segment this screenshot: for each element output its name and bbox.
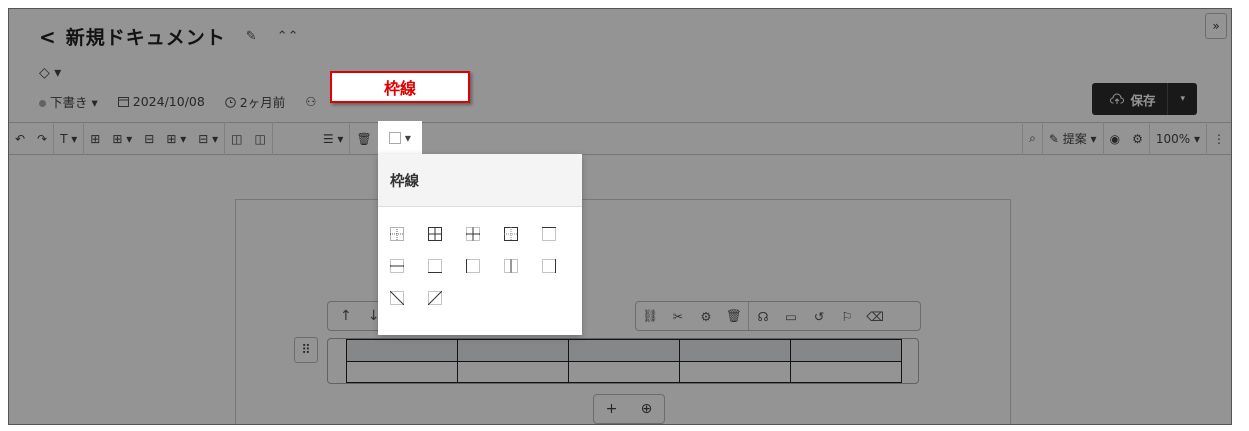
border-diagonal-down-icon[interactable] (387, 289, 407, 307)
save-button-group: 保存 ▾ (1092, 83, 1197, 115)
suggest-label: 提案 (1062, 132, 1087, 146)
table-cell[interactable] (346, 360, 458, 383)
table-block (327, 338, 919, 384)
table-row (346, 360, 902, 383)
clear-format-icon[interactable]: ⌫ (861, 309, 889, 324)
table-cell[interactable] (346, 339, 458, 362)
editor-canvas: ↑ ↓ ⛓ ✂ ⚙ 🗑 ☊ ▭ ↺ ⚐ ⌫ ⠿ + ⊕ (9, 156, 1231, 424)
border-top-icon[interactable] (539, 225, 559, 243)
edit-title-icon[interactable]: ✎ (246, 29, 257, 44)
table-cell[interactable] (679, 360, 791, 383)
annotation-callout: 枠線 (330, 71, 470, 103)
status-label: 下書き (50, 95, 88, 110)
border-inner-dotted-icon (389, 131, 402, 144)
clock-icon (225, 97, 236, 108)
dropdown-title: 枠線 (378, 154, 582, 207)
zoom-caret-icon: ▾ (1193, 131, 1200, 146)
back-icon[interactable]: < (39, 25, 56, 49)
status-dropdown[interactable]: 下書き ▾ (39, 92, 98, 111)
user-icon: ⚇ (305, 94, 317, 109)
preview-eye-icon[interactable]: ◉ (1104, 123, 1126, 154)
row-insert-dropdown[interactable]: ⊞ ▾ (160, 123, 192, 154)
border-bottom-icon[interactable] (425, 257, 445, 275)
column-insert-dropdown[interactable]: ⊟ ▾ (192, 123, 224, 154)
zoom-label: 100% (1155, 131, 1191, 146)
app-window: < 新規ドキュメント ✎ ⌃⌃ ◇ ▾ 下書き ▾ 2024/10/08 2ヶ月… (8, 8, 1232, 425)
border-all-icon[interactable] (425, 225, 445, 243)
save-button[interactable]: 保存 (1092, 83, 1169, 115)
redo-icon[interactable]: ↷ (31, 123, 53, 154)
suggest-caret-icon: ▾ (1090, 131, 1097, 146)
time-info: 2ヶ月前 (225, 92, 285, 111)
document-title[interactable]: 新規ドキュメント (66, 23, 226, 50)
add-row-icon[interactable]: + (606, 401, 618, 417)
border-dropdown-button[interactable]: ▾ (378, 121, 422, 154)
relative-time-label: 2ヶ月前 (239, 95, 286, 110)
history-icon[interactable]: ↺ (805, 309, 833, 324)
table-cell[interactable] (457, 339, 569, 362)
link-icon[interactable]: ⛓ (636, 308, 664, 324)
border-inner-dotted-icon[interactable] (387, 225, 407, 243)
insert-cell-icon[interactable]: ⊞ (84, 123, 106, 154)
border-inner-icon[interactable] (463, 225, 483, 243)
border-dropdown-placeholder (273, 123, 317, 154)
block-delete-icon[interactable]: 🗑 (720, 308, 748, 324)
border-dropdown-menu: 枠線 (378, 154, 582, 335)
status-dot-icon (39, 100, 46, 107)
block-settings-icon[interactable]: ⚙ (692, 309, 720, 324)
border-left-right-icon[interactable] (501, 257, 521, 275)
save-options-caret-icon[interactable]: ▾ (1168, 83, 1197, 115)
suggest-dropdown[interactable]: ✎ 提案 ▾ (1043, 123, 1103, 154)
tag-selector[interactable]: ◇ ▾ (39, 65, 61, 81)
zoom-dropdown[interactable]: 100% ▾ (1150, 123, 1206, 154)
text-style-dropdown[interactable]: T ▾ (54, 123, 83, 154)
editor-toolbar: ↶ ↷ T ▾ ⊞ ⊞ ▾ ⊟ ⊞ ▾ ⊟ ▾ ◫ ◫ ☰ ▾ 🗑 ⌕ ✎ 提案… (9, 122, 1231, 155)
block-actions-bar: ⛓ ✂ ⚙ 🗑 ☊ ▭ ↺ ⚐ ⌫ (635, 301, 921, 331)
table-insert-dropdown[interactable]: ⊞ ▾ (106, 123, 138, 154)
calendar-icon (117, 97, 129, 107)
title-row: < 新規ドキュメント ✎ ⌃⌃ (39, 23, 298, 50)
more-options-icon[interactable]: ⋮ (1207, 123, 1231, 154)
search-icon[interactable]: ⌕ (1023, 123, 1042, 154)
table-cell[interactable] (790, 339, 902, 362)
border-vertical-icon[interactable] (463, 257, 483, 275)
date-label: 2024/10/08 (132, 94, 205, 109)
split-cells-icon[interactable]: ◫ (248, 123, 271, 154)
table-cell[interactable] (679, 339, 791, 362)
table-cell[interactable] (568, 360, 680, 383)
undo-icon[interactable]: ↶ (9, 123, 31, 154)
border-diagonal-up-icon[interactable] (425, 289, 445, 307)
settings-gear-icon[interactable]: ⚙ (1126, 123, 1149, 154)
cut-icon[interactable]: ✂ (664, 309, 692, 324)
move-up-icon[interactable]: ↑ (340, 308, 352, 324)
table-icon[interactable]: ⊟ (138, 123, 160, 154)
table (346, 339, 902, 383)
drag-handle-icon[interactable]: ⠿ (294, 337, 318, 363)
border-right-icon[interactable] (539, 257, 559, 275)
save-label: 保存 (1130, 92, 1156, 108)
table-cell[interactable] (457, 360, 569, 383)
meta-row: 下書き ▾ 2024/10/08 2ヶ月前 ⚇ (39, 92, 316, 111)
add-block-controls: + ⊕ (593, 394, 665, 424)
collapse-header-icon[interactable]: ⌃⌃ (277, 29, 299, 44)
date-info: 2024/10/08 (117, 94, 205, 109)
bookmark-icon[interactable]: ⚐ (833, 309, 861, 324)
border-horizontal-icon[interactable] (387, 257, 407, 275)
comment-icon[interactable]: ▭ (777, 309, 805, 324)
delete-table-icon[interactable]: 🗑 (350, 123, 377, 154)
mention-icon[interactable]: ☊ (749, 309, 777, 324)
table-cell[interactable] (568, 339, 680, 362)
table-row (346, 339, 902, 362)
status-caret-icon: ▾ (91, 95, 98, 110)
table-cell[interactable] (790, 360, 902, 383)
border-options-grid (378, 207, 582, 307)
add-block-icon[interactable]: ⊕ (641, 401, 653, 417)
border-outer-icon[interactable] (501, 225, 521, 243)
document-header: < 新規ドキュメント ✎ ⌃⌃ ◇ ▾ 下書き ▾ 2024/10/08 2ヶ月… (9, 9, 1231, 121)
toolbar-right-group: ⌕ ✎ 提案 ▾ ◉ ⚙ 100% ▾ ⋮ (1022, 122, 1231, 155)
border-style-dropdown[interactable]: ☰ ▾ (317, 123, 350, 154)
expand-panel-button[interactable]: » (1205, 13, 1227, 39)
merge-cells-icon[interactable]: ◫ (225, 123, 248, 154)
cloud-upload-icon (1110, 93, 1125, 104)
